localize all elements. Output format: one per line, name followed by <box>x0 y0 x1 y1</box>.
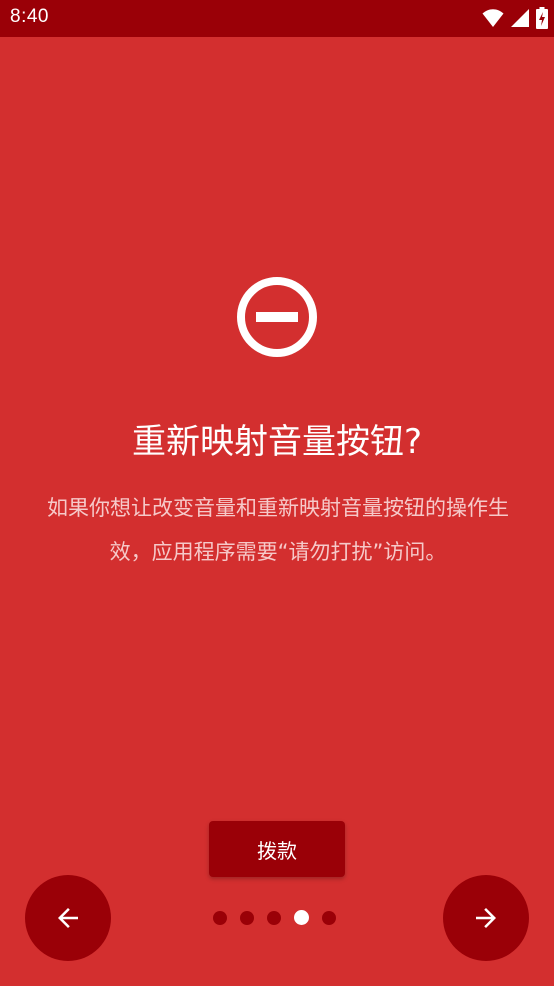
page-description: 如果你想让改变音量和重新映射音量按钮的操作生效，应用程序需要“请勿打扰”访问。 <box>47 496 509 564</box>
prev-button[interactable] <box>25 875 111 961</box>
page-dot-active <box>294 910 309 925</box>
page-dot <box>213 910 227 925</box>
page-dot <box>267 910 281 925</box>
wifi-icon <box>482 9 504 27</box>
arrow-forward-icon <box>476 908 496 928</box>
page-indicator <box>213 910 336 925</box>
arrow-back-icon <box>58 908 78 928</box>
battery-charging-icon <box>536 7 548 29</box>
grant-button[interactable]: 拨款 <box>209 821 345 877</box>
do-not-disturb-icon <box>236 276 318 358</box>
cellular-signal-icon <box>511 9 529 27</box>
page-dot <box>322 910 336 925</box>
status-icons <box>482 6 548 30</box>
page-dot <box>240 910 254 925</box>
status-bar: 8:40 <box>0 0 554 37</box>
page-title: 重新映射音量按钮? <box>131 422 423 462</box>
next-button[interactable] <box>443 875 529 961</box>
status-time: 8:40 <box>10 6 49 27</box>
